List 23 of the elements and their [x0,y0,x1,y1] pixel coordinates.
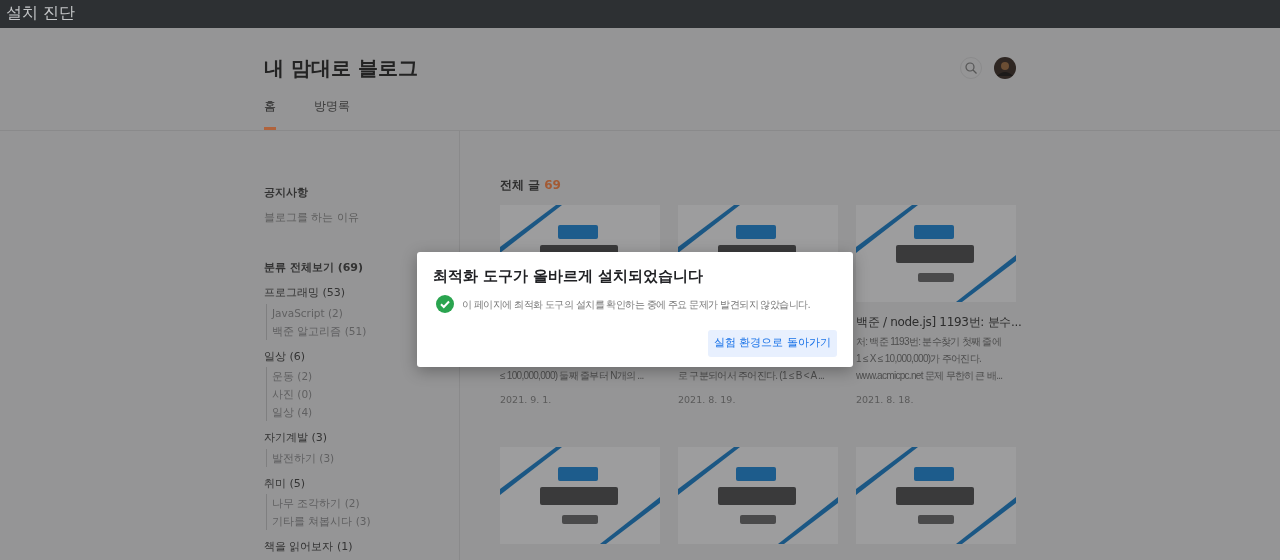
post-excerpt: www.acmicpc.net 문제 무한히 큰 배... [856,369,1003,383]
check-icon [436,295,454,314]
post-title[interactable]: 백준 / node.js] 1193번: 분수... [856,313,1022,331]
avatar[interactable] [994,57,1016,79]
category-link[interactable]: 자기계발 (3) [264,430,459,447]
section-heading: 전체 글 [500,178,541,192]
dialog-title: 최적화 도구가 올바르게 설치되었습니다 [433,268,705,286]
post-excerpt: 1 ≤ X ≤ 10,000,000)가 주어진다. [856,352,982,366]
post-excerpt: 처: 백준 1193번: 분수찾기 첫째 줄에 [856,335,1001,349]
post-excerpt: ≤ 100,000,000) 둘째 줄부터 N개의 ... [500,369,644,383]
post-date: 2021. 8. 18. [856,393,915,407]
nav-tab[interactable]: 방명록 [314,97,350,130]
category-link[interactable]: 취미 (5) [264,475,459,492]
dialog-message: 이 페이지에 최적화 도구의 설치를 확인하는 중에 주요 문제가 발견되지 않았습니다. [462,297,811,312]
category-link[interactable]: 책을 읽어보자 (1) [264,539,459,556]
nav-tab[interactable]: 홈 [264,97,276,130]
post-count: 69 [544,178,561,192]
app-title: 설치 진단 [6,3,76,22]
sidebar-heading: 공지사항 [264,185,309,200]
back-button[interactable]: 실험 환경으로 돌아가기 [708,330,837,357]
post-date: 2021. 8. 19. [678,393,737,407]
blog-title[interactable]: 내 맘대로 블로그 [264,56,418,80]
search-icon [965,62,977,74]
